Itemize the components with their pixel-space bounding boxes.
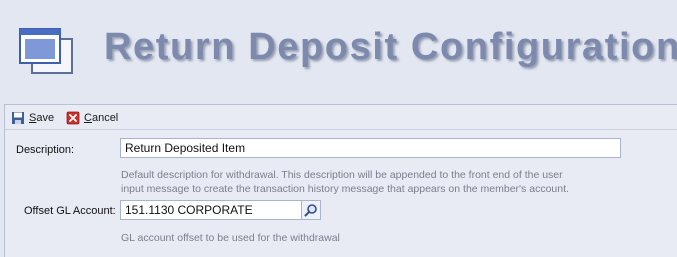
save-icon	[12, 111, 24, 124]
close-icon	[66, 111, 80, 124]
offset-gl-hint: GL account offset to be used for the wit…	[121, 232, 340, 244]
description-hint-line1: Default description for withdrawal. This…	[121, 169, 563, 181]
offset-gl-label: Offset GL Account:	[24, 205, 116, 217]
window-icon	[19, 28, 73, 74]
page-title: Return Deposit Configuration	[104, 26, 677, 68]
save-button[interactable]: Save	[11, 109, 54, 126]
description-field[interactable]: Return Deposited Item	[120, 138, 621, 158]
cancel-button[interactable]: Cancel	[66, 109, 118, 126]
save-label: Save	[29, 111, 55, 124]
offset-gl-field[interactable]: 151.1130 CORPORATE	[120, 200, 302, 220]
cancel-label: Cancel	[84, 111, 119, 124]
search-icon	[304, 204, 317, 217]
header: Return Deposit Configuration	[0, 0, 677, 96]
config-panel: Save Cancel Description: Return Deposite…	[4, 104, 677, 257]
description-label: Description:	[16, 144, 75, 156]
lookup-button[interactable]	[301, 200, 321, 220]
toolbar: Save Cancel	[5, 105, 677, 130]
description-hint: Default description for withdrawal. This…	[121, 168, 569, 196]
description-hint-line2: input message to create the transaction …	[121, 183, 569, 195]
